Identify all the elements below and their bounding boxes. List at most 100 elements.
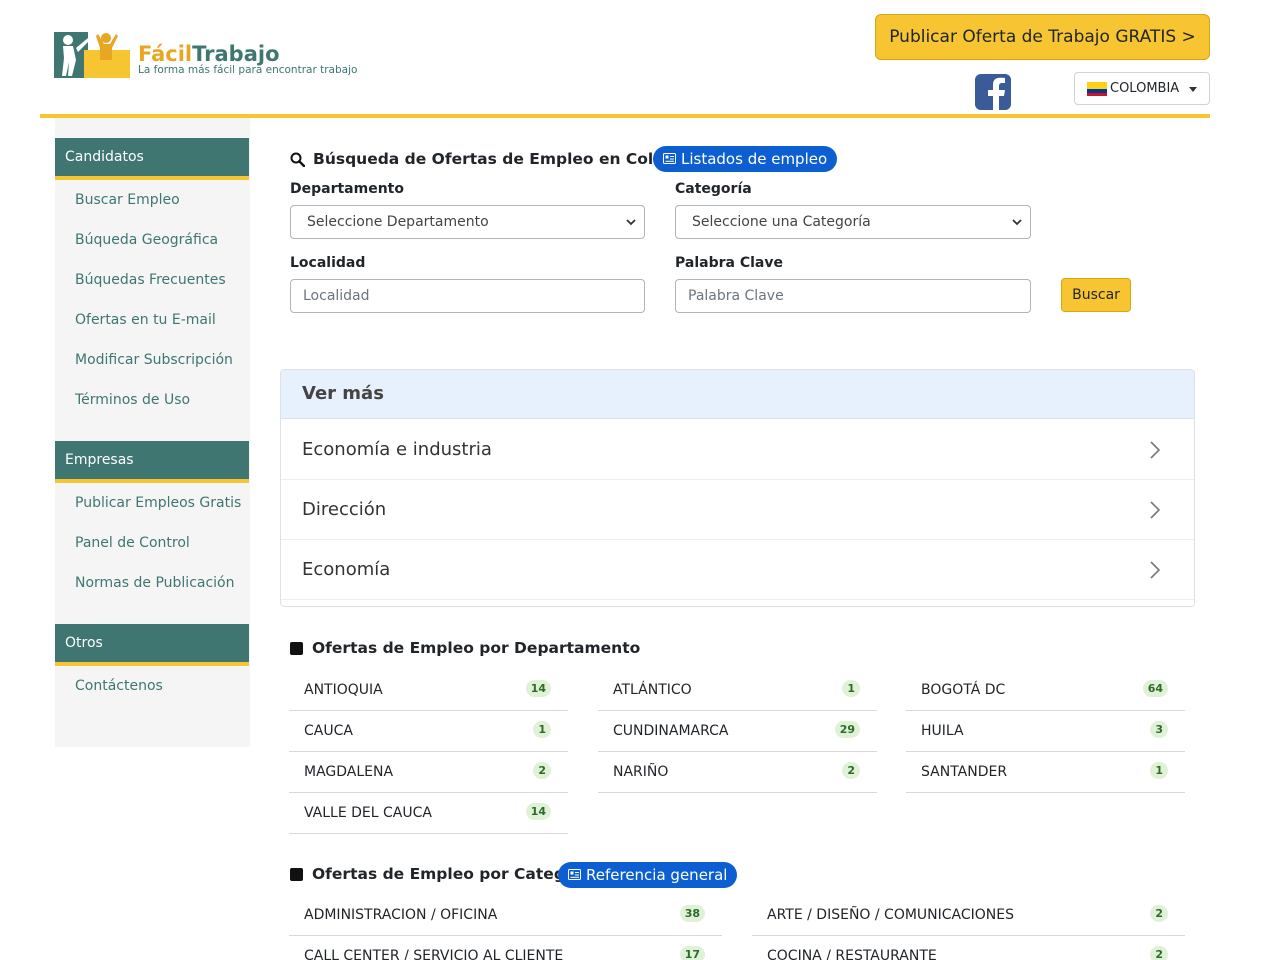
category-item[interactable]: ADMINISTRACION / OFICINA 38 bbox=[289, 895, 722, 936]
sidebar-item-ofertas-email[interactable]: Ofertas en tu E-mail bbox=[75, 312, 216, 328]
sidebar-section-otros: Otros bbox=[55, 624, 249, 666]
department-item[interactable]: CUNDINAMARCA 29 bbox=[598, 711, 877, 752]
departamento-select-value: Seleccione Departamento bbox=[307, 214, 489, 230]
category-name: ARTE / DISEÑO / COMUNICACIONES bbox=[767, 907, 1015, 923]
list-icon bbox=[568, 869, 581, 880]
department-name: MAGDALENA bbox=[304, 764, 394, 780]
sidebar-item-panel-control[interactable]: Panel de Control bbox=[75, 535, 190, 551]
sidebar-section-empresas: Empresas bbox=[55, 441, 249, 483]
department-item[interactable]: VALLE DEL CAUCA 14 bbox=[289, 793, 568, 834]
department-item[interactable]: NARIÑO 2 bbox=[598, 752, 877, 793]
chevron-down-icon bbox=[1012, 219, 1022, 226]
department-name: ATLÁNTICO bbox=[613, 682, 692, 698]
department-item[interactable]: CAUCA 1 bbox=[289, 711, 568, 752]
colombia-flag-icon bbox=[1087, 82, 1107, 96]
sidebar-item-terminos-uso[interactable]: Términos de Uso bbox=[75, 392, 190, 408]
logo-word-facil: Fácil bbox=[138, 42, 193, 66]
category-name: CALL CENTER / SERVICIO AL CLIENTE bbox=[304, 948, 564, 960]
department-item[interactable]: HUILA 3 bbox=[906, 711, 1185, 752]
referencia-general-label: Referencia general bbox=[586, 866, 728, 884]
chevron-right-icon bbox=[1150, 561, 1161, 579]
department-count-badge: 2 bbox=[842, 762, 860, 779]
department-item[interactable]: MAGDALENA 2 bbox=[289, 752, 568, 793]
sidebar-item-modificar-subscripcion[interactable]: Modificar Subscripción bbox=[75, 352, 233, 368]
ver-mas-item[interactable]: Dirección bbox=[281, 480, 1194, 540]
site-header: FácilTrabajo La forma más fácil para enc… bbox=[40, 0, 1210, 118]
category-count-badge: 2 bbox=[1150, 905, 1168, 922]
sidebar: Candidatos Buscar Empleo Búqueda Geográf… bbox=[55, 118, 250, 747]
palabra-clave-label: Palabra Clave bbox=[675, 255, 783, 271]
facebook-icon[interactable] bbox=[975, 74, 1011, 110]
departamento-label: Departamento bbox=[290, 181, 404, 197]
departamento-select[interactable]: Seleccione Departamento bbox=[290, 205, 645, 239]
department-item[interactable]: BOGOTÁ DC 64 bbox=[906, 670, 1185, 711]
ver-mas-item-label: Economía e industria bbox=[302, 439, 492, 460]
categorias-title: Ofertas de Empleo por Categoría bbox=[312, 865, 599, 883]
sidebar-item-contactenos[interactable]: Contáctenos bbox=[75, 678, 163, 694]
department-count-badge: 64 bbox=[1142, 680, 1168, 697]
site-logo[interactable]: FácilTrabajo La forma más fácil para enc… bbox=[54, 30, 374, 82]
department-count-badge: 29 bbox=[834, 721, 860, 738]
department-item[interactable]: ATLÁNTICO 1 bbox=[598, 670, 877, 711]
buscar-button[interactable]: Buscar bbox=[1061, 278, 1131, 312]
department-name: BOGOTÁ DC bbox=[921, 682, 1006, 698]
logo-tagline: La forma más fácil para encontrar trabaj… bbox=[138, 64, 358, 76]
category-item[interactable]: COCINA / RESTAURANTE 2 bbox=[752, 936, 1185, 960]
list-icon bbox=[663, 153, 676, 164]
department-count-badge: 1 bbox=[1150, 762, 1168, 779]
listings-pill-label: Listados de empleo bbox=[681, 150, 828, 168]
publish-job-button[interactable]: Publicar Oferta de Trabajo GRATIS > bbox=[875, 14, 1210, 60]
category-name: COCINA / RESTAURANTE bbox=[767, 948, 937, 960]
bullet-square-icon bbox=[290, 868, 303, 881]
listings-pill[interactable]: Listados de empleo bbox=[653, 146, 838, 172]
department-name: SANTANDER bbox=[921, 764, 1008, 780]
category-name: ADMINISTRACION / OFICINA bbox=[304, 907, 498, 923]
department-count-badge: 14 bbox=[525, 803, 551, 820]
country-selector[interactable]: COLOMBIA bbox=[1074, 72, 1210, 105]
department-name: CAUCA bbox=[304, 723, 353, 739]
category-count-badge: 38 bbox=[679, 905, 705, 922]
sidebar-section-candidatos: Candidatos bbox=[55, 138, 249, 180]
department-count-badge: 2 bbox=[533, 762, 551, 779]
sidebar-item-publicar-empleos[interactable]: Publicar Empleos Gratis bbox=[75, 495, 241, 511]
logo-mark-icon bbox=[54, 32, 130, 78]
ver-mas-title: Ver más bbox=[281, 370, 1194, 419]
caret-down-icon bbox=[1189, 87, 1197, 92]
search-title: Búsqueda de Ofertas de Empleo en Colombi… bbox=[313, 150, 707, 168]
department-name: CUNDINAMARCA bbox=[613, 723, 729, 739]
localidad-input[interactable] bbox=[290, 279, 645, 313]
categoria-label: Categoría bbox=[675, 181, 752, 197]
logo-word-trabajo: Trabajo bbox=[192, 42, 280, 66]
sidebar-item-busqueda-geografica[interactable]: Búqueda Geográfica bbox=[75, 232, 218, 248]
department-count-badge: 3 bbox=[1150, 721, 1168, 738]
localidad-label: Localidad bbox=[290, 255, 366, 271]
department-item[interactable]: ANTIOQUIA 14 bbox=[289, 670, 568, 711]
ver-mas-item-label: Economía bbox=[302, 559, 391, 580]
sidebar-item-normas-publicacion[interactable]: Normas de Publicación bbox=[75, 575, 235, 591]
department-count-badge: 1 bbox=[533, 721, 551, 738]
ver-mas-item[interactable]: Economía e industria bbox=[281, 420, 1194, 480]
category-count-badge: 17 bbox=[679, 946, 705, 960]
category-item[interactable]: CALL CENTER / SERVICIO AL CLIENTE 17 bbox=[289, 936, 722, 960]
palabra-clave-input[interactable] bbox=[675, 279, 1031, 313]
country-label: COLOMBIA bbox=[1110, 81, 1180, 96]
department-name: HUILA bbox=[921, 723, 964, 739]
sidebar-item-buscar-empleo[interactable]: Buscar Empleo bbox=[75, 192, 180, 208]
categoria-select[interactable]: Seleccione una Categoría bbox=[675, 205, 1031, 239]
department-count-badge: 1 bbox=[842, 680, 860, 697]
category-item[interactable]: ARTE / DISEÑO / COMUNICACIONES 2 bbox=[752, 895, 1185, 936]
referencia-general-pill[interactable]: Referencia general bbox=[558, 862, 738, 888]
ver-mas-item[interactable]: Economía bbox=[281, 540, 1194, 600]
ver-mas-item-label: Dirección bbox=[302, 499, 387, 520]
category-count-badge: 2 bbox=[1150, 946, 1168, 960]
chevron-right-icon bbox=[1150, 441, 1161, 459]
department-name: NARIÑO bbox=[613, 764, 669, 780]
search-icon bbox=[290, 152, 305, 167]
chevron-right-icon bbox=[1150, 501, 1161, 519]
department-item[interactable]: SANTANDER 1 bbox=[906, 752, 1185, 793]
department-name: ANTIOQUIA bbox=[304, 682, 383, 698]
ver-mas-panel: Ver más Economía e industria Dirección E… bbox=[280, 369, 1195, 607]
sidebar-item-busquedas-frecuentes[interactable]: Búquedas Frecuentes bbox=[75, 272, 226, 288]
departamentos-title: Ofertas de Empleo por Departamento bbox=[312, 639, 641, 657]
chevron-down-icon bbox=[626, 219, 636, 226]
